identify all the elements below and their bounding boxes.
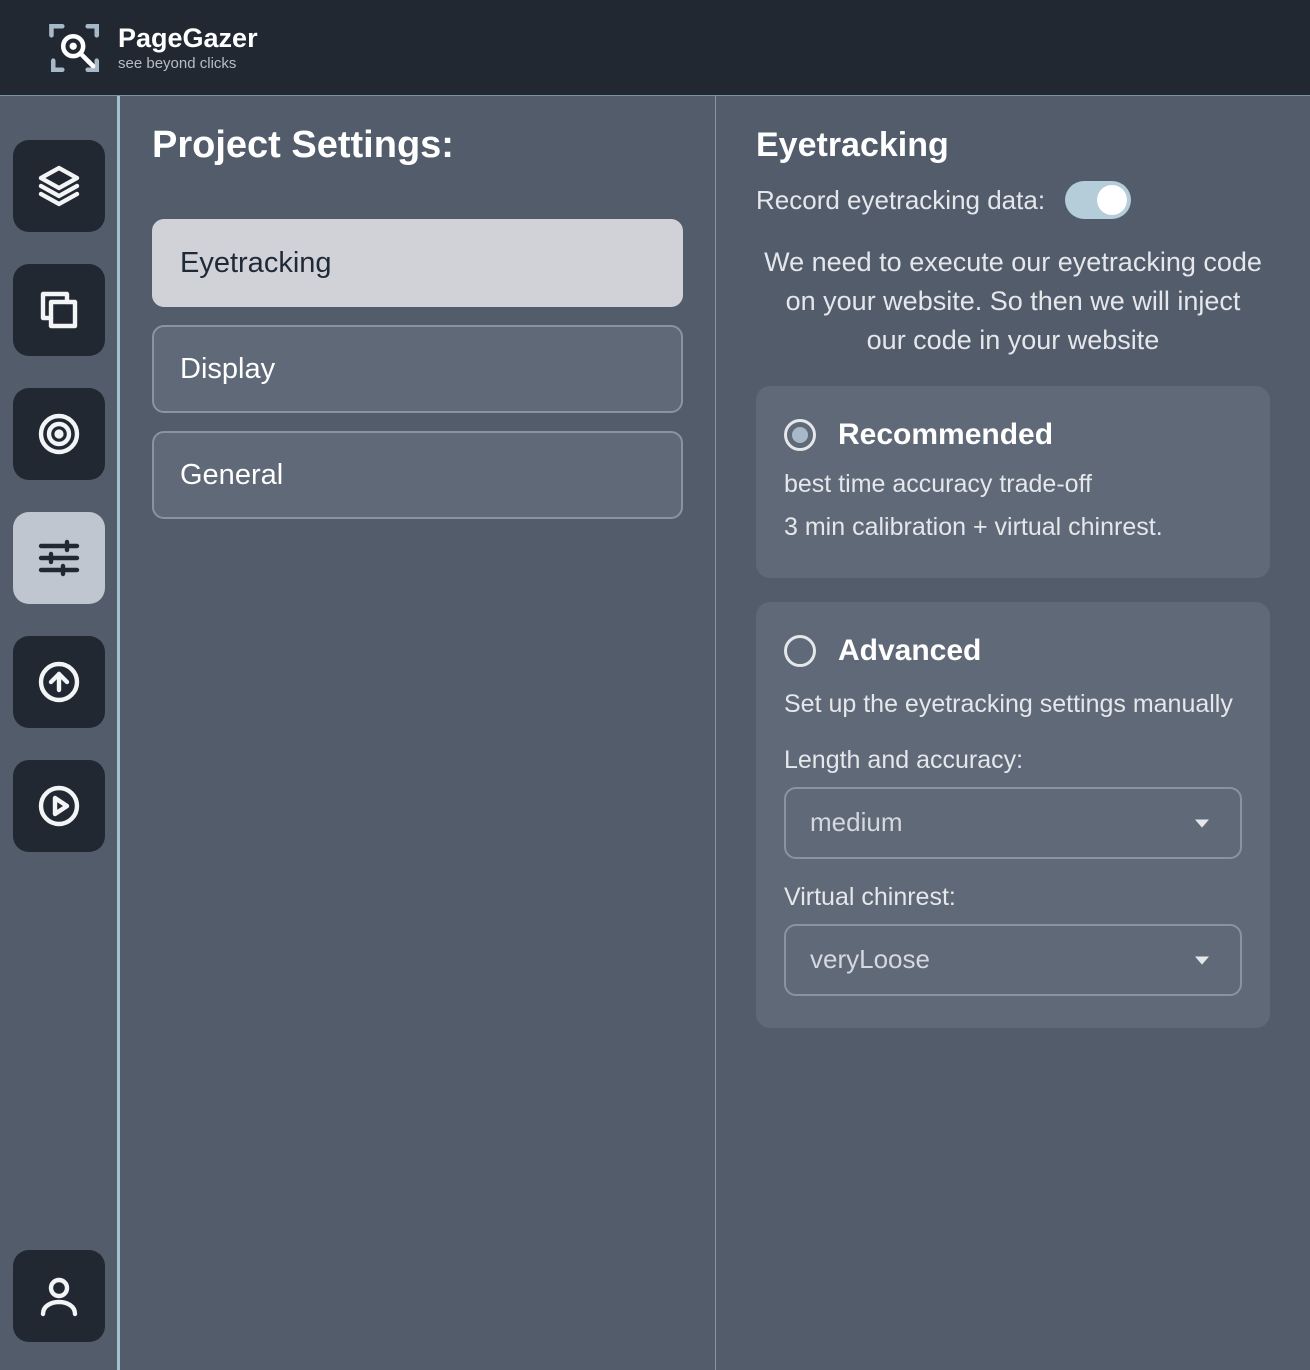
chinrest-label: Virtual chinrest: bbox=[784, 883, 1242, 912]
layers-icon bbox=[35, 162, 83, 210]
settings-panel: Project Settings: Eyetracking Display Ge… bbox=[120, 96, 716, 1370]
chinrest-field: Virtual chinrest: veryLoose bbox=[784, 883, 1242, 996]
brand-logo: PageGazer see beyond clicks bbox=[46, 19, 258, 77]
sidebar-item-target[interactable] bbox=[13, 388, 105, 480]
user-icon bbox=[35, 1272, 83, 1320]
tab-eyetracking[interactable]: Eyetracking bbox=[152, 219, 683, 307]
sidebar-item-copy[interactable] bbox=[13, 264, 105, 356]
chinrest-select[interactable]: veryLoose bbox=[784, 924, 1242, 996]
toggle-label: Record eyetracking data: bbox=[756, 185, 1045, 216]
length-field: Length and accuracy: medium bbox=[784, 746, 1242, 859]
sidebar-item-play[interactable] bbox=[13, 760, 105, 852]
card-subtitle: best time accuracy trade-off bbox=[784, 470, 1242, 499]
advanced-radio[interactable] bbox=[784, 635, 816, 667]
detail-heading: Eyetracking bbox=[756, 126, 1270, 165]
card-description: Set up the eyetracking settings manually bbox=[784, 686, 1242, 722]
tab-display[interactable]: Display bbox=[152, 325, 683, 413]
record-toggle-row: Record eyetracking data: bbox=[756, 181, 1270, 219]
record-toggle[interactable] bbox=[1065, 181, 1131, 219]
advanced-header: Advanced bbox=[784, 634, 1242, 668]
topbar: PageGazer see beyond clicks bbox=[0, 0, 1310, 96]
recommended-header: Recommended bbox=[784, 418, 1242, 452]
sidebar-item-user[interactable] bbox=[13, 1250, 105, 1342]
toggle-knob bbox=[1097, 185, 1127, 215]
tab-label: General bbox=[180, 459, 283, 492]
brand-subtitle: see beyond clicks bbox=[118, 56, 258, 71]
brand-title: PageGazer bbox=[118, 25, 258, 52]
target-icon bbox=[35, 410, 83, 458]
advanced-card: Advanced Set up the eyetracking settings… bbox=[756, 602, 1270, 1028]
card-title: Advanced bbox=[838, 634, 981, 668]
settings-tab-list: Eyetracking Display General bbox=[152, 219, 683, 519]
sidebar-item-upload[interactable] bbox=[13, 636, 105, 728]
tab-label: Eyetracking bbox=[180, 247, 332, 280]
recommended-card: Recommended best time accuracy trade-off… bbox=[756, 386, 1270, 577]
length-label: Length and accuracy: bbox=[784, 746, 1242, 775]
page-title: Project Settings: bbox=[152, 124, 683, 167]
sidebar-item-settings[interactable] bbox=[13, 512, 105, 604]
chevron-down-icon bbox=[1188, 809, 1216, 837]
select-value: veryLoose bbox=[810, 944, 930, 975]
chevron-down-icon bbox=[1188, 946, 1216, 974]
upload-icon bbox=[35, 658, 83, 706]
card-description: 3 min calibration + virtual chinrest. bbox=[784, 509, 1242, 545]
tab-label: Display bbox=[180, 353, 275, 386]
card-title: Recommended bbox=[838, 418, 1053, 452]
sidebar-rail bbox=[0, 96, 120, 1370]
sliders-icon bbox=[35, 534, 83, 582]
copy-icon bbox=[35, 286, 83, 334]
info-text: We need to execute our eyetracking code … bbox=[763, 243, 1263, 360]
sidebar-item-layers[interactable] bbox=[13, 140, 105, 232]
tab-general[interactable]: General bbox=[152, 431, 683, 519]
detail-panel: Eyetracking Record eyetracking data: We … bbox=[716, 96, 1310, 1370]
play-icon bbox=[35, 782, 83, 830]
select-value: medium bbox=[810, 807, 902, 838]
recommended-radio[interactable] bbox=[784, 419, 816, 451]
logo-icon bbox=[46, 19, 104, 77]
length-select[interactable]: medium bbox=[784, 787, 1242, 859]
